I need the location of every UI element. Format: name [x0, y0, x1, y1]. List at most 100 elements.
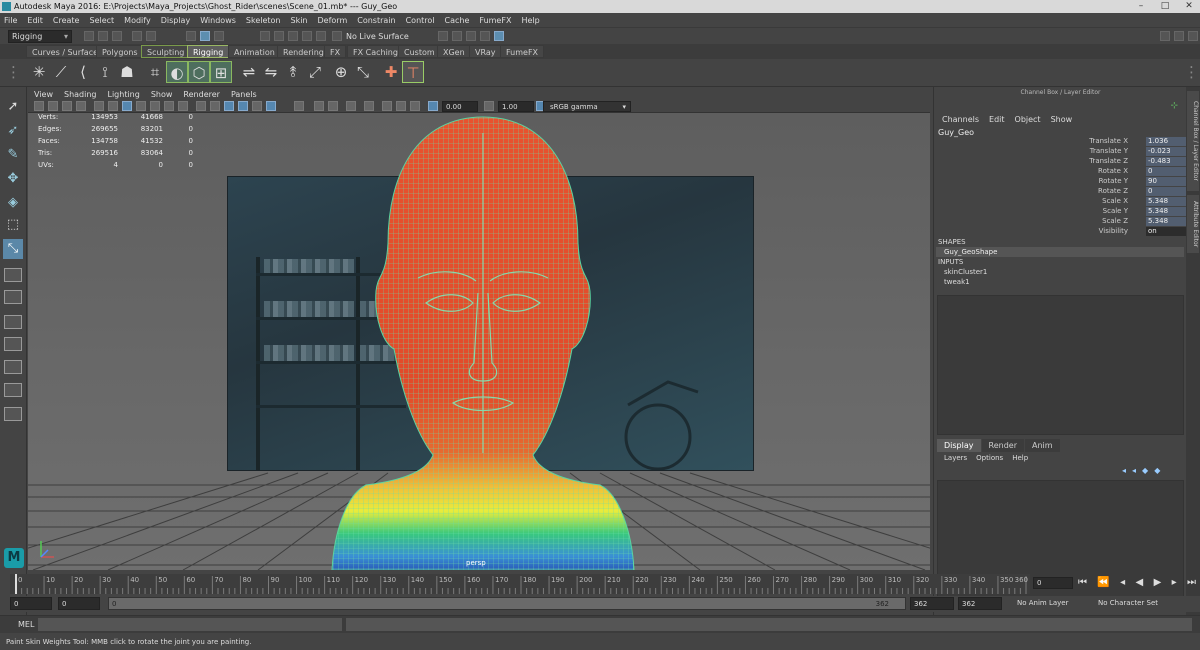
- time-slider[interactable]: 0 10 20 30 40 50 60 70 80 90 100 110 120 130 140 150 160…: [10, 574, 1030, 594]
- perspective-viewport[interactable]: Verts: 134953 41668 0 Edges: 269655 8320…: [28, 113, 930, 570]
- attr-scale-z[interactable]: Scale Z 5.348: [1074, 217, 1186, 227]
- render-frame-icon[interactable]: [452, 31, 462, 41]
- safe-title-icon[interactable]: [178, 101, 188, 111]
- shape-node[interactable]: Guy_GeoShape: [936, 247, 1184, 257]
- shelf-tab-sculpting[interactable]: Sculpting: [141, 45, 191, 58]
- attr-rotate-y[interactable]: Rotate Y 90: [1074, 177, 1186, 187]
- cb-menu-object[interactable]: Object: [1015, 115, 1041, 124]
- menu-fumefx[interactable]: FumeFX: [479, 16, 511, 25]
- new-layer-selected-icon[interactable]: ◆: [1154, 466, 1160, 475]
- image-plane-icon[interactable]: [76, 101, 86, 111]
- xray-joints-icon[interactable]: [396, 101, 406, 111]
- textured-icon[interactable]: [238, 101, 248, 111]
- persp-outliner-layout-icon[interactable]: [4, 315, 22, 329]
- point-constraint-icon[interactable]: ⥉: [282, 61, 304, 83]
- snap-view-plane-icon[interactable]: [302, 31, 312, 41]
- select-camera-icon[interactable]: [34, 101, 44, 111]
- outliner-layout-icon[interactable]: [4, 407, 22, 421]
- go-to-end-icon[interactable]: ⏭: [1187, 576, 1196, 590]
- input-node-tweak[interactable]: tweak1: [944, 278, 970, 286]
- attr-rotate-x[interactable]: Rotate X 0: [1074, 167, 1186, 177]
- menu-skin[interactable]: Skin: [291, 16, 308, 25]
- shelf-tab-vray[interactable]: VRay: [469, 45, 502, 58]
- input-node-skincluster[interactable]: skinCluster1: [944, 268, 987, 276]
- xray-components-icon[interactable]: [410, 101, 420, 111]
- cluster-icon[interactable]: ⇌: [238, 61, 260, 83]
- magnet-icon[interactable]: [332, 31, 342, 41]
- maximize-icon[interactable]: □: [1158, 0, 1172, 13]
- attr-scale-x[interactable]: Scale X 5.348: [1074, 197, 1186, 207]
- menu-set-dropdown[interactable]: Rigging ▾: [8, 30, 72, 43]
- new-scene-icon[interactable]: [84, 31, 94, 41]
- xray-icon[interactable]: [382, 101, 392, 111]
- mirror-joint-icon[interactable]: ⟨: [72, 61, 94, 83]
- attr-value[interactable]: 90: [1146, 177, 1186, 186]
- redo-icon[interactable]: [146, 31, 156, 41]
- menu-cache[interactable]: Cache: [445, 16, 470, 25]
- gamma-correct-icon[interactable]: [428, 101, 438, 111]
- head-mesh-skin-weights[interactable]: [328, 113, 638, 570]
- film-gate-icon[interactable]: [108, 101, 118, 111]
- cb-menu-show[interactable]: Show: [1051, 115, 1073, 124]
- layer-tab-render[interactable]: Render: [981, 439, 1024, 452]
- step-forward-frame-icon[interactable]: ▸: [1172, 576, 1177, 590]
- close-icon[interactable]: ✕: [1182, 0, 1196, 13]
- range-slider[interactable]: 0 362: [108, 597, 906, 610]
- scene-end-field[interactable]: 362: [958, 597, 1002, 610]
- step-back-key-icon[interactable]: ⏪: [1097, 576, 1109, 590]
- gamma-field[interactable]: 1.00: [498, 101, 534, 112]
- move-layer-down-icon[interactable]: ◂: [1132, 466, 1136, 475]
- bookmarks-icon[interactable]: [62, 101, 72, 111]
- isolate-select-icon[interactable]: [364, 101, 374, 111]
- command-input[interactable]: [38, 618, 342, 631]
- playback-start-field[interactable]: 0: [58, 597, 100, 610]
- safe-action-icon[interactable]: [164, 101, 174, 111]
- scale-tool-icon[interactable]: ⬚: [3, 215, 23, 235]
- exposure-field[interactable]: 0.00: [442, 101, 478, 112]
- shelf-tab-rendering[interactable]: Rendering: [277, 45, 330, 58]
- shelf-tab-animation[interactable]: Animation: [228, 45, 281, 58]
- single-view-layout-icon[interactable]: [4, 268, 22, 282]
- menu-help[interactable]: Help: [521, 16, 539, 25]
- menu-select[interactable]: Select: [89, 16, 114, 25]
- use-lights-icon[interactable]: [252, 101, 262, 111]
- current-frame-field[interactable]: 0: [1033, 577, 1073, 589]
- play-forward-icon[interactable]: ▶: [1154, 576, 1162, 590]
- shelf-tab-fx[interactable]: FX: [324, 45, 347, 58]
- attr-translate-y[interactable]: Translate Y -0.023: [1074, 147, 1186, 157]
- shelf-tab-rigging[interactable]: Rigging: [187, 45, 230, 58]
- paint-select-icon[interactable]: ✎: [3, 145, 23, 165]
- color-space-dropdown[interactable]: sRGB gamma ▾: [543, 101, 631, 112]
- persp-graph-layout-icon[interactable]: [4, 337, 22, 351]
- menu-control[interactable]: Control: [406, 16, 435, 25]
- wireframe-on-shaded-icon[interactable]: [224, 101, 234, 111]
- cb-menu-channels[interactable]: Channels: [942, 115, 979, 124]
- orient-constraint-icon[interactable]: ⊕: [330, 61, 352, 83]
- wireframe-icon[interactable]: [196, 101, 206, 111]
- menu-display[interactable]: Display: [161, 16, 191, 25]
- field-chart-icon[interactable]: [150, 101, 160, 111]
- toggle-tool-settings-icon[interactable]: [1188, 31, 1198, 41]
- motion-blur-icon[interactable]: [314, 101, 324, 111]
- grid-toggle-icon[interactable]: [94, 101, 104, 111]
- select-component-icon[interactable]: [214, 31, 224, 41]
- save-scene-icon[interactable]: [112, 31, 122, 41]
- scene-start-field[interactable]: 0: [10, 597, 52, 610]
- viewport-menu-view[interactable]: View: [34, 90, 53, 99]
- shelf-tab-fx-caching[interactable]: FX Caching: [347, 45, 404, 58]
- orient-joint-icon[interactable]: ⟟: [94, 61, 116, 83]
- viewport-menu-renderer[interactable]: Renderer: [183, 90, 220, 99]
- attr-translate-z[interactable]: Translate Z -0.483: [1074, 157, 1186, 167]
- menu-windows[interactable]: Windows: [200, 16, 236, 25]
- step-back-frame-icon[interactable]: ◂: [1120, 576, 1125, 590]
- select-tool-icon[interactable]: ➚: [3, 97, 23, 117]
- move-tool-icon[interactable]: ✥: [3, 169, 23, 189]
- insert-joint-icon[interactable]: ⟋: [50, 61, 72, 83]
- attr-value[interactable]: -0.483: [1146, 157, 1186, 166]
- shelf-tab-custom[interactable]: Custom: [398, 45, 441, 58]
- menu-deform[interactable]: Deform: [318, 16, 348, 25]
- menu-constrain[interactable]: Constrain: [357, 16, 395, 25]
- rotate-tool-icon[interactable]: ◈: [3, 193, 23, 213]
- layer-menu-options[interactable]: Options: [976, 454, 1003, 462]
- attr-value[interactable]: 5.348: [1146, 217, 1186, 226]
